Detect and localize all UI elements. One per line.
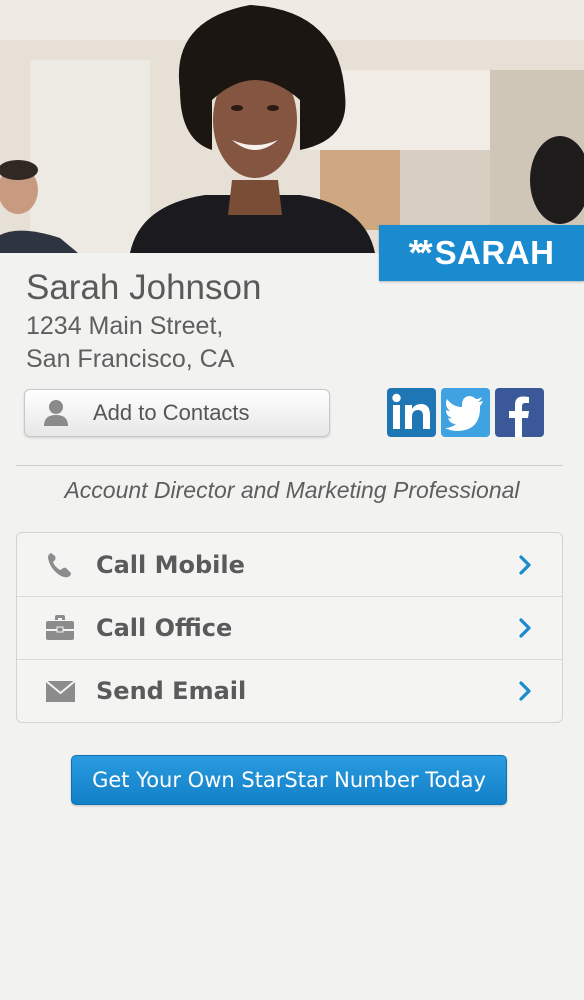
send-email-label: Send Email: [96, 677, 247, 705]
contact-actions-list: Call Mobile Call Office Send Email: [16, 532, 563, 723]
add-to-contacts-label: Add to Contacts: [93, 400, 250, 425]
briefcase-icon: [46, 615, 74, 640]
address-line-2: San Francisco, CA: [26, 345, 235, 373]
divider: [16, 465, 563, 466]
profile-name: Sarah Johnson: [26, 268, 262, 307]
call-mobile-label: Call Mobile: [96, 550, 245, 579]
chevron-right-icon: [519, 681, 531, 701]
add-to-contacts-button[interactable]: Add to Contacts: [24, 389, 330, 437]
facebook-icon[interactable]: [495, 388, 544, 437]
starstar-name-tag: ** SARAH: [379, 225, 584, 281]
call-office-row[interactable]: Call Office: [17, 596, 562, 659]
star-icon: **: [408, 232, 433, 273]
send-email-row[interactable]: Send Email: [17, 659, 562, 722]
person-icon: [44, 400, 68, 426]
linkedin-icon[interactable]: [387, 388, 436, 437]
get-starstar-number-button[interactable]: Get Your Own StarStar Number Today: [71, 755, 507, 805]
address-line-1: 1234 Main Street,: [26, 312, 224, 340]
envelope-icon: [45, 680, 75, 702]
job-title: Account Director and Marketing Professio…: [64, 477, 520, 503]
tag-name: SARAH: [434, 234, 555, 271]
chevron-right-icon: [519, 554, 531, 575]
call-office-label: Call Office: [96, 614, 233, 642]
chevron-right-icon: [519, 618, 531, 638]
twitter-icon[interactable]: [441, 388, 490, 437]
call-mobile-row[interactable]: Call Mobile: [17, 533, 562, 596]
hero-photo: [0, 0, 584, 253]
hero-photo-illustration: [0, 0, 584, 253]
phone-icon: [48, 552, 71, 577]
